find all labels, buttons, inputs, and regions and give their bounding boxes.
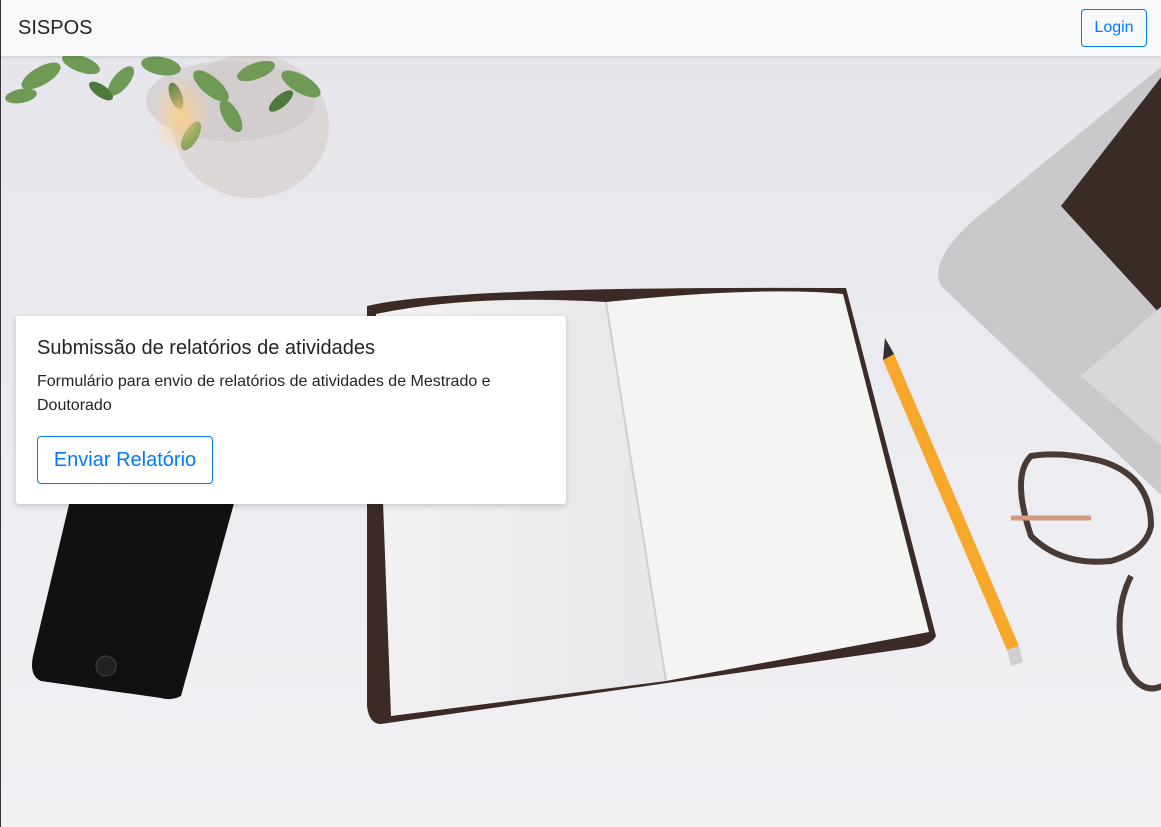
navbar: SISPOS Login xyxy=(0,0,1161,56)
card-description: Formulário para envio de relatórios de a… xyxy=(37,373,491,414)
brand-logo[interactable]: SISPOS xyxy=(18,15,92,41)
plant-pot-image xyxy=(5,56,329,198)
card-title: Submissão de relatórios de atividades xyxy=(37,337,375,359)
send-report-button[interactable]: Enviar Relatório xyxy=(37,436,213,484)
report-submission-card: Submissão de relatórios de atividades Fo… xyxy=(16,316,566,504)
smartphone-image xyxy=(32,496,236,700)
laptop-image xyxy=(938,66,1161,496)
eyeglasses-image xyxy=(1011,451,1161,692)
login-button[interactable]: Login xyxy=(1081,9,1147,47)
